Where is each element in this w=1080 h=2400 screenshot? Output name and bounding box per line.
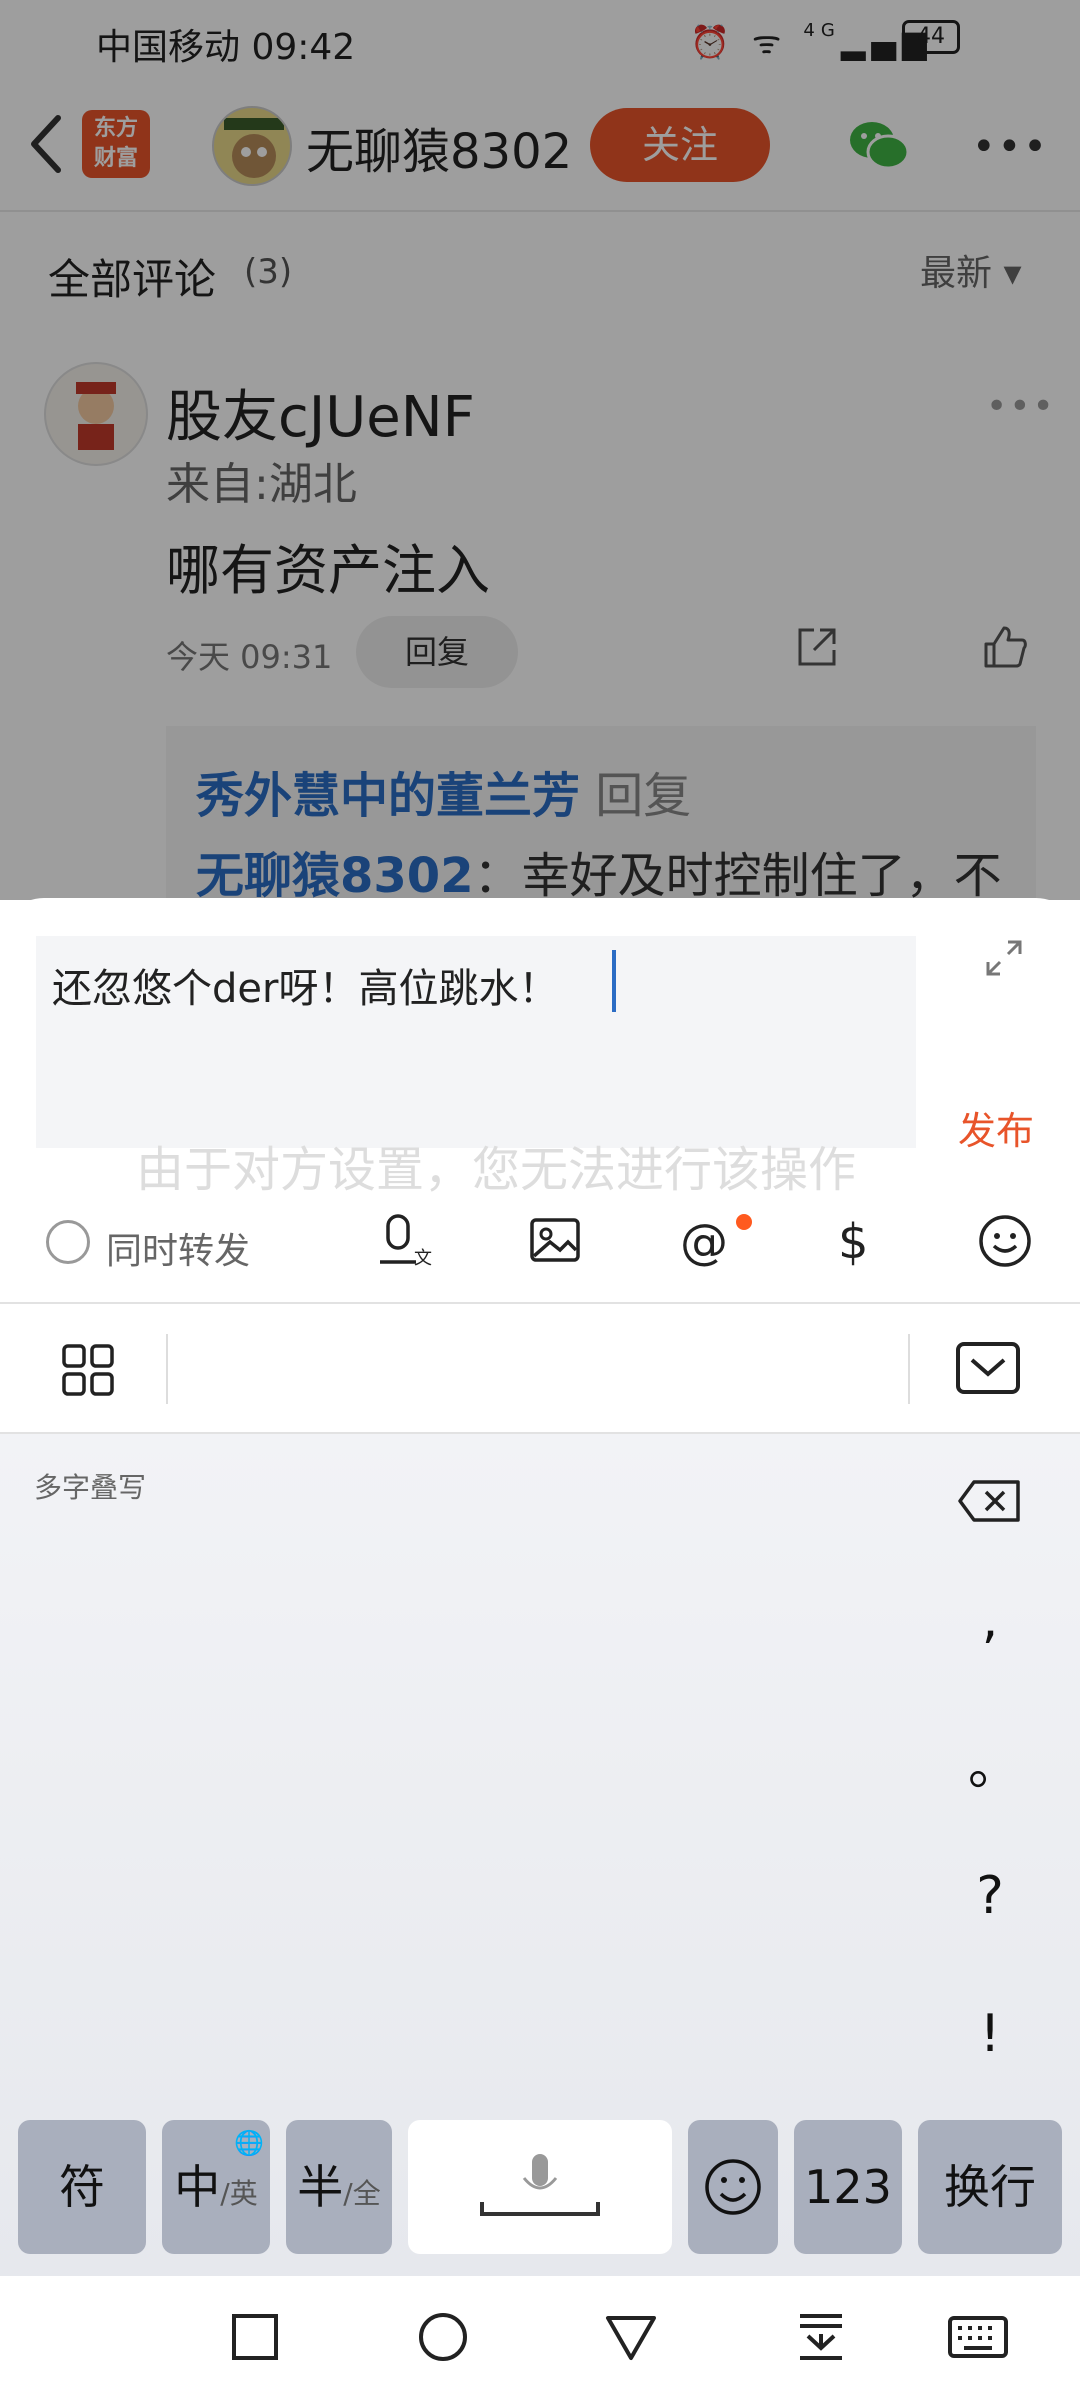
dollar-stock-icon[interactable]: $ (826, 1212, 884, 1270)
keyboard-switch-icon[interactable] (946, 2310, 1010, 2364)
repost-radio[interactable] (46, 1220, 90, 1264)
expand-icon[interactable] (984, 938, 1024, 978)
enter-newline-key[interactable]: 换行 (918, 2120, 1062, 2254)
home-icon[interactable] (416, 2310, 470, 2364)
text-cursor (612, 950, 616, 1012)
symbols-key[interactable]: 符 (18, 2120, 146, 2254)
half-full-width-key[interactable]: 半/全 (286, 2120, 392, 2254)
repost-label: 同时转发 (106, 1231, 251, 1272)
restriction-hint: 由于对方设置，您无法进行该操作 (136, 1142, 857, 1198)
comment-input-text: 还忽悠个der呀！高位跳水！ (52, 966, 559, 1012)
emoji-key[interactable] (688, 2120, 778, 2254)
numbers-key[interactable]: 123 (794, 2120, 902, 2254)
mention-at-icon[interactable]: @ (676, 1212, 734, 1270)
collapse-down-icon[interactable] (794, 2310, 848, 2364)
globe-icon: 🌐 (234, 2129, 264, 2157)
keyboard-apps-grid-icon[interactable] (60, 1342, 116, 1398)
image-icon[interactable] (526, 1212, 584, 1270)
toolbar-divider (908, 1334, 910, 1404)
punct-question-key[interactable]: ? (968, 1866, 1012, 1926)
mention-notification-dot (736, 1214, 752, 1230)
chinese-english-toggle-key[interactable]: 中/英 🌐 (162, 2120, 270, 2254)
backspace-icon[interactable] (956, 1478, 1024, 1524)
svg-text:$: $ (838, 1214, 869, 1270)
back-triangle-icon[interactable] (604, 2310, 658, 2364)
punct-period-key[interactable]: 。 (968, 1724, 1020, 1799)
emoji-icon[interactable] (976, 1212, 1034, 1270)
space-voice-key[interactable] (408, 2120, 672, 2254)
toolbar-divider (166, 1334, 168, 1404)
punct-exclaim-key[interactable]: ! (968, 2004, 1012, 2064)
emoji-icon (705, 2159, 761, 2215)
system-nav-bar (0, 2276, 1080, 2400)
recent-apps-icon[interactable] (228, 2310, 282, 2364)
microphone-space-icon (480, 2154, 600, 2216)
punct-comma-key[interactable]: , (968, 1590, 1012, 1650)
svg-text:文: 文 (414, 1248, 432, 1269)
hide-keyboard-icon[interactable] (956, 1342, 1020, 1394)
svg-text:@: @ (680, 1214, 728, 1270)
publish-button[interactable]: 发布 (958, 1100, 1034, 1155)
multi-char-handwriting-label: 多字叠写 (34, 1471, 147, 1504)
dim-overlay[interactable] (0, 0, 1080, 900)
voice-to-text-icon[interactable]: 文 (376, 1212, 434, 1270)
keyboard-toolbar (0, 1302, 1080, 1434)
